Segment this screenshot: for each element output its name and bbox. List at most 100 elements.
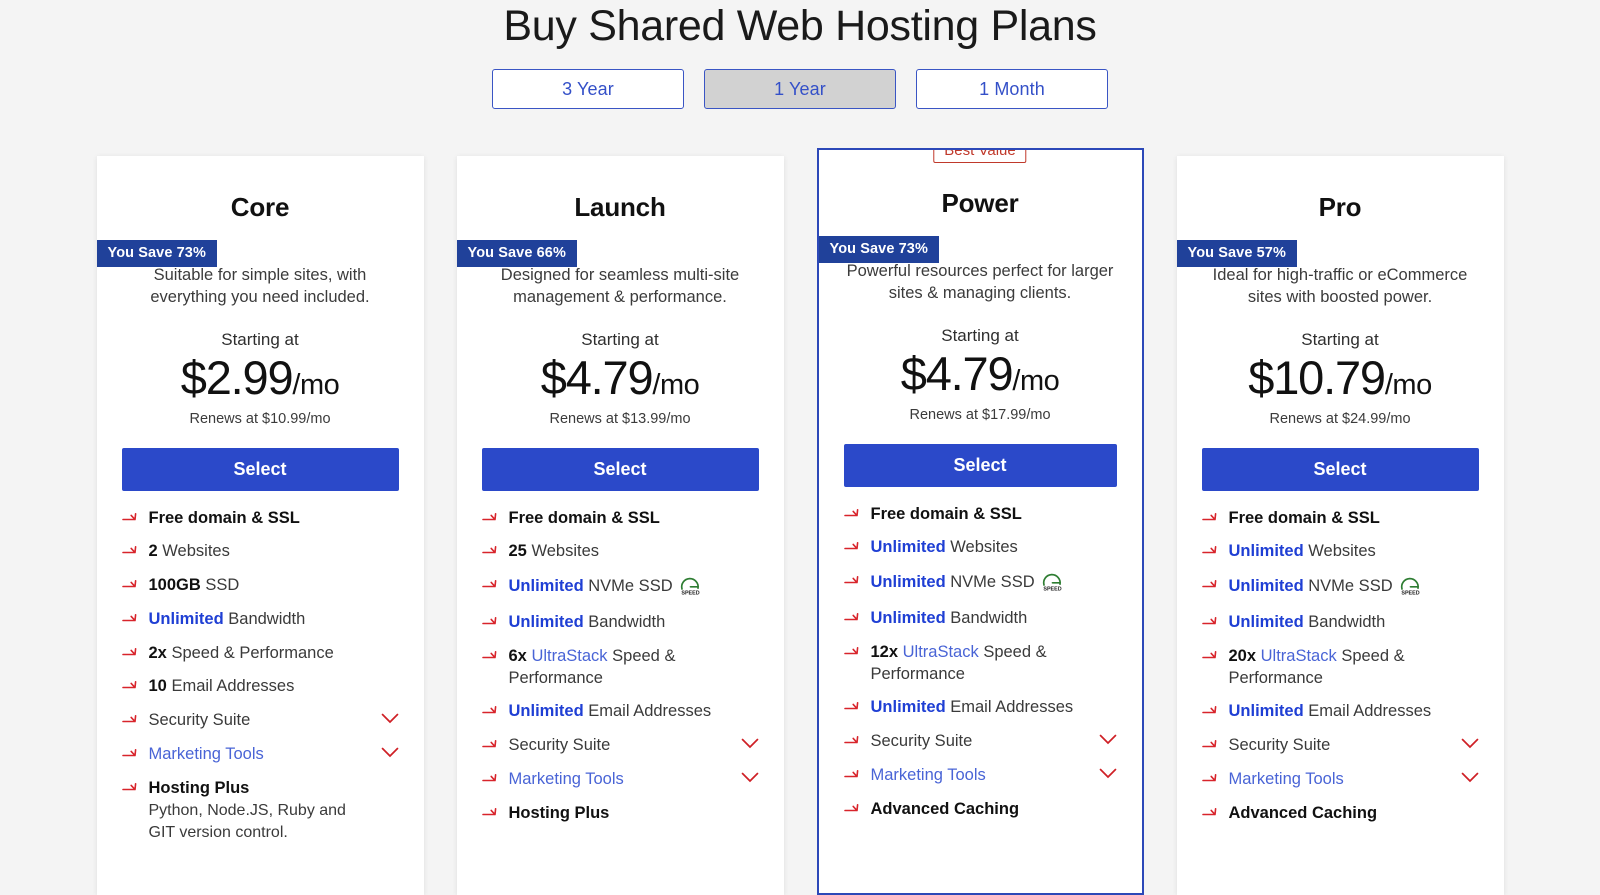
chevron-down-icon[interactable] [1461,772,1479,783]
arrow-right-icon [481,805,502,819]
feature-body: Marketing Tools [149,744,264,766]
feature-body: 12x UltraStack Speed & Performance [871,642,1095,686]
feature-item: Unlimited Bandwidth [481,612,759,634]
select-button[interactable]: Select [843,443,1117,487]
starting-at-label: Starting at [1301,329,1379,349]
feature-body: Unlimited Websites [871,537,1018,559]
arrow-right-icon [481,614,502,628]
feature-label: 2 Websites [148,542,230,561]
feature-label: 100GB SSD [148,576,240,595]
plan-description: Powerful resources perfect for larger si… [846,262,1114,303]
feature-item: Free domain & SSL [481,508,759,530]
plan-name: Core [230,192,290,222]
svg-text:SPEED: SPEED [1043,586,1061,591]
feature-item: Advanced Caching [1201,803,1479,825]
arrow-right-icon [121,577,142,591]
feature-item[interactable]: Marketing Tools [1201,769,1479,791]
feature-body: Marketing Tools [871,765,986,787]
feature-label: Advanced Caching [870,799,1020,818]
feature-item: Unlimited Email Addresses [481,701,759,723]
arrow-right-icon [843,610,864,624]
feature-label: 20x UltraStack Speed & Performance [1228,646,1405,687]
renewal-price: Renews at $10.99/mo [189,410,331,427]
save-badge: You Save 66% [456,240,577,267]
arrow-right-icon [843,644,864,658]
select-button[interactable]: Select [1201,447,1479,491]
feature-label: Marketing Tools [508,769,624,788]
feature-list: Free domain & SSL 25 Websites Unlimited NV… [481,508,759,825]
feature-item[interactable]: Marketing Tools [481,769,759,791]
feature-label: Unlimited NVMe SSD [508,577,673,596]
term-option-3-year[interactable]: 3 Year [492,69,684,110]
feature-body: Unlimited Bandwidth [509,612,666,634]
feature-label: Hosting Plus [508,803,610,822]
arrow-right-icon [843,733,864,747]
arrow-right-icon [481,703,502,717]
feature-body: Free domain & SSL [509,508,660,530]
feature-body: Unlimited Bandwidth [1229,612,1386,634]
feature-label: Security Suite [870,732,973,751]
svg-text:SPEED: SPEED [681,590,699,595]
arrow-right-icon [1201,510,1222,524]
feature-item[interactable]: Security Suite [843,731,1117,753]
term-option-1-year[interactable]: 1 Year [704,69,896,110]
feature-item[interactable]: Marketing Tools [843,765,1117,787]
chevron-down-icon[interactable] [381,747,399,758]
plan-description: Ideal for high-traffic or eCommerce site… [1212,266,1468,307]
chevron-down-icon[interactable] [1099,768,1117,779]
chevron-down-icon[interactable] [741,772,759,783]
plan-card-launch: Launch You Save 66% Designed for seamless … [456,156,784,895]
feature-label: Unlimited Bandwidth [148,609,306,628]
feature-item[interactable]: Security Suite [121,710,399,732]
plan-price: $2.99/mo [122,354,399,401]
feature-item: Hosting Plus Python, Node.JS, Ruby and GI… [121,778,399,844]
chevron-down-icon[interactable] [1099,734,1117,745]
feature-body: Hosting Plus [509,803,610,825]
arrow-right-icon [1201,771,1222,785]
svg-text:SPEED: SPEED [1401,590,1419,595]
feature-label: 2x Speed & Performance [148,643,334,662]
feature-label: Unlimited Websites [1228,542,1376,561]
feature-item: Hosting Plus [481,803,759,825]
price-amount: $4.79 [540,350,654,404]
feature-body: Security Suite [509,735,611,757]
arrow-right-icon [843,573,864,587]
feature-item: Free domain & SSL [121,508,399,530]
feature-item: Unlimited Bandwidth [1201,612,1479,634]
plan-card-pro: Pro You Save 57% Ideal for high-traffic or… [1176,156,1504,895]
feature-item: Free domain & SSL [843,504,1117,526]
chevron-down-icon[interactable] [1461,738,1479,749]
feature-body: Unlimited NVMe SSD SPEED [1229,575,1424,600]
speed-badge-icon: SPEED [1040,571,1066,596]
feature-body: Marketing Tools [1229,769,1344,791]
term-toggle-group: 3 Year 1 Year 1 Month [0,69,1600,110]
arrow-right-icon [121,543,142,557]
feature-list: Free domain & SSL 2 Websites 100GB SSD Unli… [121,508,399,844]
arrow-right-icon [843,767,864,781]
feature-item[interactable]: Security Suite [481,735,759,757]
feature-body: 2x Speed & Performance [149,643,334,665]
price-amount: $10.79 [1248,350,1386,404]
feature-label: Free domain & SSL [870,504,1022,523]
feature-item: 2 Websites [121,541,399,563]
feature-item: Unlimited Email Addresses [1201,701,1479,723]
price-period: /mo [1012,364,1060,397]
pricing-page: Buy Shared Web Hosting Plans 3 Year 1 Yea… [0,0,1600,895]
feature-item[interactable]: Security Suite [1201,735,1479,757]
chevron-down-icon[interactable] [381,713,399,724]
feature-body: Free domain & SSL [871,504,1022,526]
feature-item: 6x UltraStack Speed & Performance [481,646,759,690]
feature-body: Hosting Plus Python, Node.JS, Ruby and GI… [149,778,377,844]
select-button[interactable]: Select [481,447,759,491]
feature-label: Free domain & SSL [148,508,300,527]
term-option-1-month[interactable]: 1 Month [916,69,1108,110]
feature-label: Free domain & SSL [1228,508,1380,527]
plan-price: $4.79/mo [844,350,1117,397]
feature-label: Security Suite [1228,736,1331,755]
arrow-right-icon [121,678,142,692]
arrow-right-icon [121,510,142,524]
chevron-down-icon[interactable] [741,738,759,749]
feature-item[interactable]: Marketing Tools [121,744,399,766]
select-button[interactable]: Select [121,447,399,491]
feature-body: Free domain & SSL [149,508,300,530]
